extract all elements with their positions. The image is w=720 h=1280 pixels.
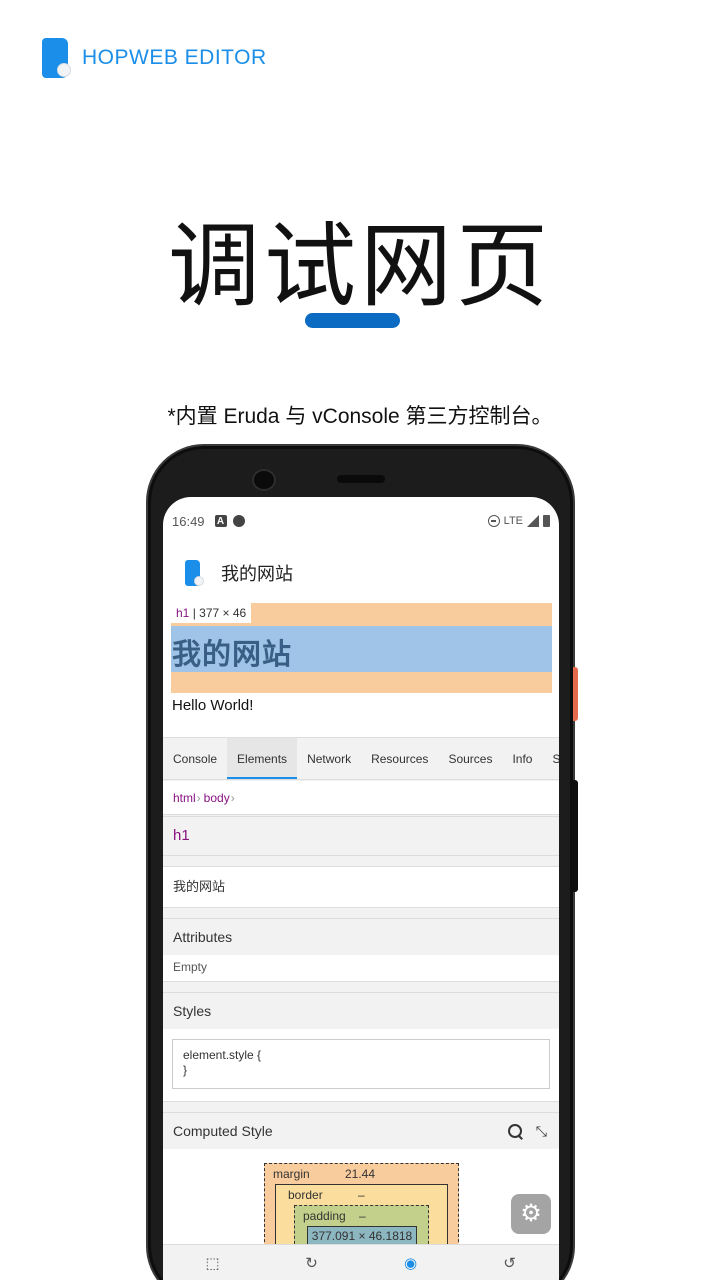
- styles-title: Styles: [163, 993, 559, 1029]
- tab-elements[interactable]: Elements: [227, 738, 298, 779]
- subtitle: *内置 Eruda 与 vConsole 第三方控制台。: [167, 405, 553, 428]
- dnd-icon: [487, 515, 500, 527]
- margin-value: 21.44: [345, 1167, 376, 1181]
- devtools-panel: Console Elements Network Resources Sourc…: [163, 737, 559, 1280]
- breadcrumb: html› body›: [163, 781, 559, 815]
- headline-underline: [305, 313, 400, 328]
- headline: 调试网页: [167, 213, 552, 320]
- phone-power-button: [573, 667, 578, 721]
- app-bar: 我的网站: [163, 545, 559, 601]
- style-rule[interactable]: element.style { }: [172, 1039, 550, 1089]
- border-label: border: [288, 1188, 323, 1202]
- text-node[interactable]: 我的网站: [163, 866, 559, 908]
- phone-speaker: [337, 475, 385, 483]
- attributes-section: Attributes Empty: [163, 918, 559, 982]
- attributes-empty: Empty: [173, 960, 208, 974]
- page-heading[interactable]: 我的网站: [172, 631, 292, 673]
- status-right: LTE: [487, 515, 550, 527]
- tab-snippets[interactable]: S: [542, 738, 559, 779]
- computed-style-label: Computed Style: [173, 1123, 273, 1139]
- devtools-tabs: Console Elements Network Resources Sourc…: [163, 738, 559, 780]
- style-rule-close: }: [183, 1063, 188, 1077]
- styles-section: Styles element.style { }: [163, 992, 559, 1102]
- page-preview: h1 | 377 × 46 我的网站 Hello World!: [163, 601, 559, 737]
- page-paragraph[interactable]: Hello World!: [172, 697, 253, 714]
- phone-volume-button: [573, 780, 578, 892]
- search-icon[interactable]: [507, 1124, 522, 1138]
- margin-label: margin: [273, 1167, 310, 1181]
- collapse-icon[interactable]: ⤡: [536, 1113, 547, 1149]
- tab-info[interactable]: Info: [502, 738, 542, 779]
- a-icon: A: [214, 515, 227, 527]
- box-content-size: 377.091 × 46.1818: [307, 1226, 417, 1246]
- selected-element[interactable]: h1: [163, 816, 559, 856]
- crumb-body[interactable]: body: [204, 791, 230, 805]
- network-type: LTE: [503, 515, 523, 527]
- brand: HOPWEB EDITOR: [42, 38, 267, 78]
- phone-screen: 16:49 A LTE 我的网站 h1 | 377 × 46 我的网站 Hell…: [163, 497, 559, 1280]
- reset-icon[interactable]: ↺: [498, 1251, 522, 1275]
- status-time: 16:49: [172, 513, 205, 529]
- brand-name: HOPWEB EDITOR: [82, 46, 267, 69]
- tab-network[interactable]: Network: [297, 738, 361, 779]
- computed-style-title: Computed Style ⤡: [163, 1113, 559, 1149]
- tab-sources[interactable]: Sources: [438, 738, 502, 779]
- style-rule-open: element.style {: [183, 1048, 262, 1062]
- circle-icon: [232, 515, 245, 527]
- gear-icon: ⚙: [520, 1200, 542, 1227]
- computed-tools: ⤡: [507, 1113, 547, 1149]
- eye-icon[interactable]: ◉: [399, 1251, 423, 1275]
- brand-logo-icon: [42, 38, 71, 78]
- select-element-icon[interactable]: ⬚: [201, 1251, 225, 1275]
- settings-button[interactable]: ⚙: [511, 1194, 551, 1234]
- app-title: 我的网站: [221, 564, 293, 584]
- border-value: –: [358, 1188, 365, 1202]
- inspect-size: | 377 × 46: [189, 606, 247, 620]
- signal-icon: [527, 515, 539, 527]
- status-bar: 16:49 A LTE: [163, 497, 559, 545]
- inspect-label: h1 | 377 × 46: [171, 603, 252, 623]
- phone-camera: [252, 469, 276, 491]
- app-logo-icon: [185, 560, 205, 586]
- tab-resources[interactable]: Resources: [361, 738, 438, 779]
- crumb-separator-icon: ›: [230, 791, 235, 805]
- tab-console[interactable]: Console: [163, 738, 227, 779]
- inspect-tag: h1: [176, 606, 190, 620]
- bottom-toolbar: ⬚ ↻ ◉ ↺: [163, 1244, 559, 1280]
- refresh-icon[interactable]: ↻: [300, 1251, 324, 1275]
- attributes-title: Attributes: [163, 919, 559, 955]
- crumb-html[interactable]: html: [173, 791, 196, 805]
- crumb-separator-icon: ›: [196, 791, 201, 805]
- padding-label: padding: [303, 1209, 346, 1223]
- battery-icon: [543, 515, 550, 527]
- padding-value: –: [359, 1209, 366, 1223]
